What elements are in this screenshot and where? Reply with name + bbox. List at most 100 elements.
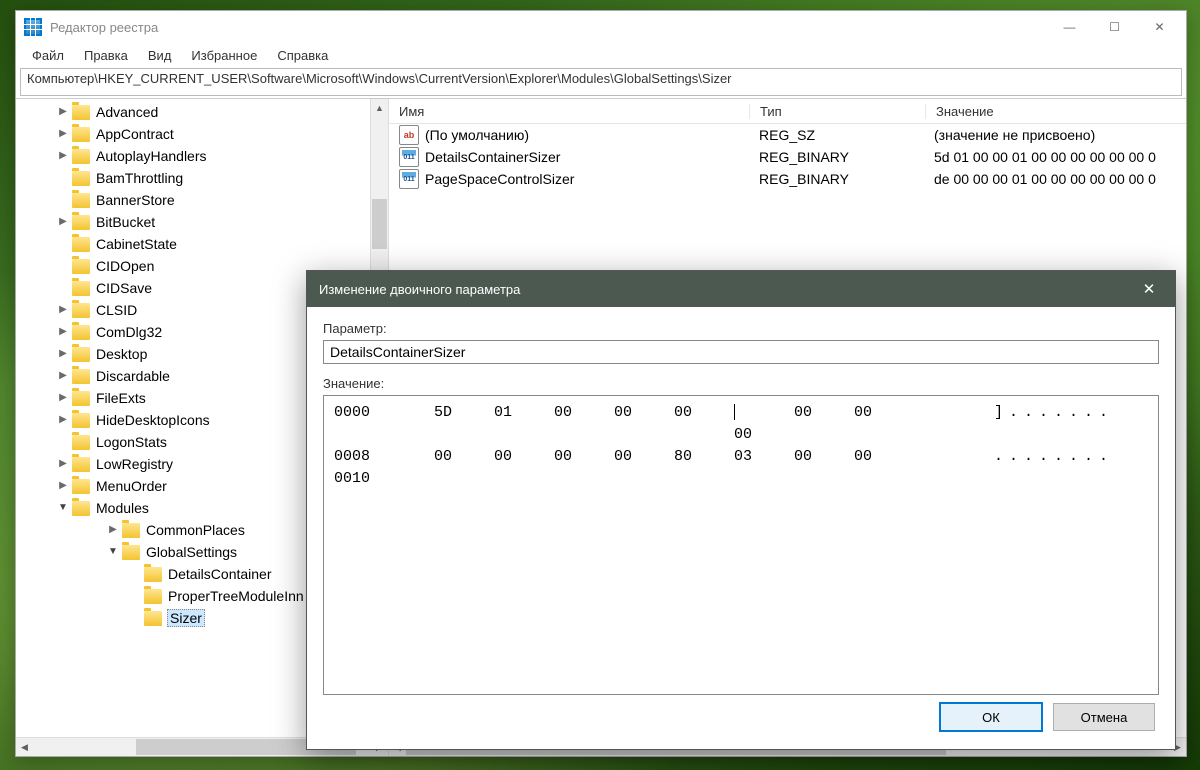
folder-icon (72, 391, 90, 406)
folder-icon (72, 215, 90, 230)
hex-row: 0010 (334, 468, 1148, 490)
maximize-button[interactable]: ☐ (1092, 12, 1137, 42)
folder-icon (72, 501, 90, 516)
tree-item-label: GlobalSettings (146, 544, 237, 560)
window-title: Редактор реестра (50, 20, 1047, 35)
scroll-left-icon[interactable]: ◀ (16, 738, 33, 756)
header-name[interactable]: Имя (389, 104, 750, 119)
value-type: REG_BINARY (749, 171, 924, 187)
folder-icon (72, 127, 90, 142)
tree-item[interactable]: ▶ BitBucket (16, 211, 388, 233)
list-row[interactable]: 011DetailsContainerSizerREG_BINARY5d 01 … (389, 146, 1186, 168)
folder-icon (72, 457, 90, 472)
tree-item-label: AutoplayHandlers (96, 148, 207, 164)
expander-icon[interactable]: ▶ (56, 369, 70, 383)
tree-item-label: ComDlg32 (96, 324, 162, 340)
folder-icon (72, 105, 90, 120)
tree-item[interactable]: CabinetState (16, 233, 388, 255)
value-type: REG_BINARY (749, 149, 924, 165)
ok-button[interactable]: ОК (939, 702, 1043, 732)
folder-icon (72, 149, 90, 164)
expander-icon[interactable]: ▶ (56, 479, 70, 493)
hex-bytes[interactable]: 0000000080030000 (434, 446, 994, 468)
folder-icon (72, 193, 90, 208)
minimize-button[interactable]: — (1047, 12, 1092, 42)
expander-icon[interactable]: ▶ (56, 457, 70, 471)
tree-item[interactable]: ▶ Advanced (16, 101, 388, 123)
tree-item-label: BitBucket (96, 214, 155, 230)
folder-icon (72, 237, 90, 252)
header-type[interactable]: Тип (750, 104, 926, 119)
dialog-title-bar[interactable]: Изменение двоичного параметра ✕ (307, 271, 1175, 307)
tree-item-label: MenuOrder (96, 478, 167, 494)
value-data: 5d 01 00 00 01 00 00 00 00 00 00 0 (924, 149, 1186, 165)
expander-icon[interactable]: ▶ (56, 303, 70, 317)
folder-icon (144, 589, 162, 604)
title-bar[interactable]: Редактор реестра — ☐ ✕ (16, 11, 1186, 43)
tree-item[interactable]: BamThrottling (16, 167, 388, 189)
folder-icon (72, 325, 90, 340)
tree-item[interactable]: ▶ AutoplayHandlers (16, 145, 388, 167)
tree-item-label: ProperTreeModuleInn (168, 588, 304, 604)
folder-icon (122, 545, 140, 560)
menu-favorites[interactable]: Избранное (181, 46, 267, 65)
tree-item-label: BannerStore (96, 192, 175, 208)
expander-icon[interactable]: ▶ (56, 347, 70, 361)
tree-item[interactable]: ▶ AppContract (16, 123, 388, 145)
binary-value-icon: 011 (399, 169, 419, 189)
menu-help[interactable]: Справка (267, 46, 338, 65)
tree-item-label: AppContract (96, 126, 174, 142)
tree-item-label: Modules (96, 500, 149, 516)
close-button[interactable]: ✕ (1137, 12, 1182, 42)
folder-icon (72, 435, 90, 450)
expander-icon[interactable]: ▼ (106, 545, 120, 559)
value-name: PageSpaceControlSizer (425, 171, 574, 187)
tree-item-label: Desktop (96, 346, 147, 362)
cancel-button[interactable]: Отмена (1053, 703, 1155, 731)
dialog-close-button[interactable]: ✕ (1135, 280, 1163, 298)
expander-icon[interactable]: ▶ (56, 127, 70, 141)
value-label: Значение: (323, 376, 1159, 391)
hex-offset: 0010 (334, 468, 434, 490)
tree-item[interactable]: BannerStore (16, 189, 388, 211)
folder-icon (72, 259, 90, 274)
hex-editor[interactable]: 00005D01000000000000].......000800000000… (323, 395, 1159, 695)
folder-icon (72, 479, 90, 494)
tree-item-label: LogonStats (96, 434, 167, 450)
dialog-title: Изменение двоичного параметра (319, 282, 1135, 297)
folder-icon (122, 523, 140, 538)
address-bar[interactable]: Компьютер\HKEY_CURRENT_USER\Software\Mic… (20, 68, 1182, 96)
expander-icon[interactable]: ▶ (56, 215, 70, 229)
hex-bytes[interactable]: 5D01000000000000 (434, 402, 994, 446)
tree-item-label: Advanced (96, 104, 158, 120)
expander-icon[interactable]: ▶ (56, 105, 70, 119)
scroll-thumb[interactable] (372, 199, 387, 249)
param-name-input[interactable]: DetailsContainerSizer (323, 340, 1159, 364)
edit-binary-dialog: Изменение двоичного параметра ✕ Параметр… (306, 270, 1176, 750)
folder-icon (144, 611, 162, 626)
tree-item-label: BamThrottling (96, 170, 183, 186)
hex-bytes[interactable] (434, 468, 994, 490)
tree-item-label: CommonPlaces (146, 522, 245, 538)
scroll-up-icon[interactable]: ▲ (371, 99, 388, 116)
value-name: (По умолчанию) (425, 127, 529, 143)
list-row[interactable]: 011PageSpaceControlSizerREG_BINARYde 00 … (389, 168, 1186, 190)
app-icon (24, 18, 42, 36)
tree-item-label: DetailsContainer (168, 566, 272, 582)
menu-edit[interactable]: Правка (74, 46, 138, 65)
list-row[interactable]: ab(По умолчанию)REG_SZ(значение не присв… (389, 124, 1186, 146)
tree-item-label: Discardable (96, 368, 170, 384)
expander-icon[interactable]: ▶ (56, 391, 70, 405)
tree-item-label: CIDSave (96, 280, 152, 296)
expander-icon[interactable]: ▶ (106, 523, 120, 537)
value-name: DetailsContainerSizer (425, 149, 560, 165)
folder-icon (72, 281, 90, 296)
expander-icon[interactable]: ▼ (56, 501, 70, 515)
expander-icon[interactable]: ▶ (56, 413, 70, 427)
menu-file[interactable]: Файл (22, 46, 74, 65)
header-value[interactable]: Значение (926, 104, 1186, 119)
expander-icon[interactable]: ▶ (56, 325, 70, 339)
tree-item-label: CLSID (96, 302, 137, 318)
menu-view[interactable]: Вид (138, 46, 182, 65)
expander-icon[interactable]: ▶ (56, 149, 70, 163)
